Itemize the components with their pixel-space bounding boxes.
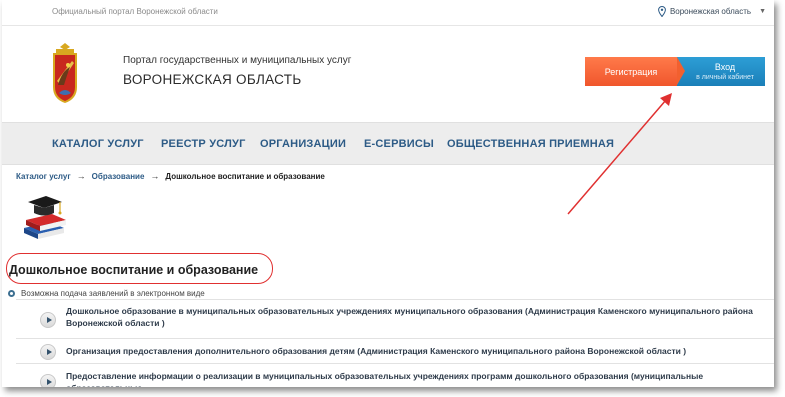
site-header: Портал государственных и муниципальных у…: [2, 26, 774, 122]
service-title[interactable]: Организация предоставления дополнительно…: [66, 346, 686, 356]
breadcrumb-current: Дошкольное воспитание и образование: [165, 171, 325, 181]
site-title[interactable]: ВОРОНЕЖСКАЯ ОБЛАСТЬ: [123, 72, 301, 87]
play-arrow-icon[interactable]: [40, 344, 56, 360]
service-title[interactable]: Предоставление информации о реализации в…: [66, 371, 703, 387]
arrow-right-icon: →: [76, 171, 86, 181]
main-nav: КАТАЛОГ УСЛУГ РЕЕСТР УСЛУГ ОРГАНИЗАЦИИ Е…: [2, 122, 774, 165]
portal-text: Официальный портал Воронежской области: [52, 7, 218, 16]
nav-item-e-services[interactable]: Е-СЕРВИСЫ: [364, 138, 434, 150]
login-label: Вход: [714, 61, 736, 72]
map-pin-icon: [658, 5, 666, 18]
info-dot-icon: [8, 290, 15, 297]
play-arrow-icon[interactable]: [40, 312, 56, 328]
register-label: Регистрация: [604, 66, 658, 77]
breadcrumb-link-catalog[interactable]: Каталог услуг: [16, 172, 71, 181]
service-title[interactable]: Дошкольное образование в муниципальных о…: [66, 306, 753, 328]
play-arrow-icon[interactable]: [40, 374, 56, 387]
books-graduation-cap-icon: [20, 192, 68, 242]
breadcrumb-link-education[interactable]: Образование: [92, 172, 145, 181]
login-sublabel: в личный кабинет: [696, 73, 754, 81]
region-label: Воронежская область: [669, 7, 752, 16]
note-text: Возможна подача заявлений в электронном …: [21, 289, 205, 298]
nav-item-public-reception[interactable]: ОБЩЕСТВЕННАЯ ПРИЕМНАЯ: [447, 138, 614, 150]
browser-page: Официальный портал Воронежской области В…: [2, 0, 774, 387]
nav-item-registry[interactable]: РЕЕСТР УСЛУГ: [161, 138, 246, 150]
login-button[interactable]: Вход в личный кабинет: [677, 57, 765, 86]
category-title: Дошкольное воспитание и образование: [9, 263, 259, 277]
breadcrumb: Каталог услуг → Образование → Дошкольное…: [16, 171, 325, 181]
region-selector[interactable]: Воронежская область ▼: [658, 5, 766, 18]
auth-buttons: Регистрация Вход в личный кабинет: [585, 57, 765, 86]
list-item[interactable]: Организация предоставления дополнительно…: [16, 338, 774, 363]
top-bar: Официальный портал Воронежской области В…: [2, 0, 774, 26]
nav-item-organizations[interactable]: ОРГАНИЗАЦИИ: [260, 138, 346, 150]
register-button[interactable]: Регистрация: [585, 57, 685, 86]
list-item[interactable]: Дошкольное образование в муниципальных о…: [16, 299, 774, 338]
services-list: Дошкольное образование в муниципальных о…: [16, 299, 774, 387]
arrow-right-icon: →: [150, 171, 160, 181]
electronic-note: Возможна подача заявлений в электронном …: [8, 289, 205, 298]
chevron-down-icon: ▼: [759, 8, 766, 15]
list-item[interactable]: Предоставление информации о реализации в…: [16, 363, 774, 387]
nav-item-catalog[interactable]: КАТАЛОГ УСЛУГ: [52, 138, 144, 150]
coat-of-arms-logo[interactable]: [50, 41, 80, 105]
site-subtitle: Портал государственных и муниципальных у…: [123, 55, 352, 66]
